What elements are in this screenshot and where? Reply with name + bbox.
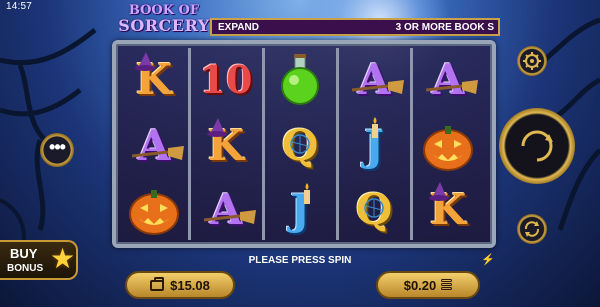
feature-banner: EXPAND 3 OR MORE BOOK S <box>210 18 500 36</box>
symbol-10: 10 <box>196 50 256 110</box>
symbol-j: J <box>270 180 330 240</box>
buy-bonus-line-1: BUY <box>10 246 38 261</box>
symbol-letter: 10 <box>199 57 253 102</box>
reel-frame: K A 10 K A J A J A K <box>112 40 496 248</box>
broomstick-icon <box>351 80 404 94</box>
bet-selector[interactable]: $0.20 <box>376 271 480 299</box>
potion-bottle-icon <box>281 54 319 105</box>
symbol-k: K <box>196 116 256 176</box>
spin-button[interactable] <box>499 108 575 184</box>
broomstick-icon <box>131 146 184 160</box>
witch-hat-icon <box>429 182 449 201</box>
jack-o-lantern-icon <box>423 126 473 171</box>
autoplay-button[interactable] <box>517 214 547 244</box>
candle-icon <box>372 117 378 138</box>
buy-bonus-button[interactable]: BUY BONUS ★ <box>0 240 78 280</box>
broomstick-icon <box>203 210 256 224</box>
reel-divider <box>188 48 191 240</box>
bet-amount: $0.20 <box>403 277 437 293</box>
gear-icon <box>523 52 541 70</box>
game-logo: BOOK OF SORCERY <box>118 4 210 40</box>
star-icon: ★ <box>50 243 76 274</box>
banner-right-text: 3 OR MORE BOOK S <box>395 22 494 33</box>
coin-stack-icon <box>441 278 453 292</box>
wallet-icon <box>150 276 165 291</box>
symbol-j: J <box>344 116 404 176</box>
symbol-potion <box>270 50 330 110</box>
symbol-a: A <box>124 116 184 176</box>
dreamcatcher-icon <box>364 198 384 218</box>
turbo-icon[interactable]: ⚡ <box>481 253 495 266</box>
symbol-a: A <box>418 50 478 110</box>
symbol-a: A <box>344 50 404 110</box>
symbol-a: A <box>196 180 256 240</box>
symbol-k: K <box>124 50 184 110</box>
broomstick-icon <box>425 80 478 94</box>
spin-arrow-icon <box>521 130 553 162</box>
symbol-q: Q <box>270 116 330 176</box>
status-bar-time: 14:57 <box>6 1 33 12</box>
autoplay-icon <box>524 221 540 237</box>
candle-icon <box>304 183 310 204</box>
balance-amount: $15.08 <box>170 277 210 293</box>
settings-button[interactable] <box>517 46 547 76</box>
reel-divider <box>336 48 339 240</box>
symbol-pumpkin <box>418 116 478 176</box>
reel-divider <box>410 48 413 240</box>
balance-display: $15.08 <box>125 271 235 299</box>
jack-o-lantern-icon <box>129 190 179 235</box>
reel-divider <box>262 48 265 240</box>
menu-button[interactable]: ••• <box>40 133 74 167</box>
banner-left-text: EXPAND <box>218 22 259 33</box>
symbol-k: K <box>418 180 478 240</box>
symbol-q: Q <box>344 180 404 240</box>
symbol-pumpkin <box>124 180 184 240</box>
logo-line-2: SORCERY <box>118 16 210 35</box>
witch-hat-icon <box>207 118 227 137</box>
witch-hat-icon <box>135 52 155 71</box>
dreamcatcher-icon <box>290 134 310 154</box>
buy-bonus-line-2: BONUS <box>7 263 44 274</box>
status-message: PLEASE PRESS SPIN <box>248 255 352 266</box>
more-dots-icon: ••• <box>49 137 66 157</box>
